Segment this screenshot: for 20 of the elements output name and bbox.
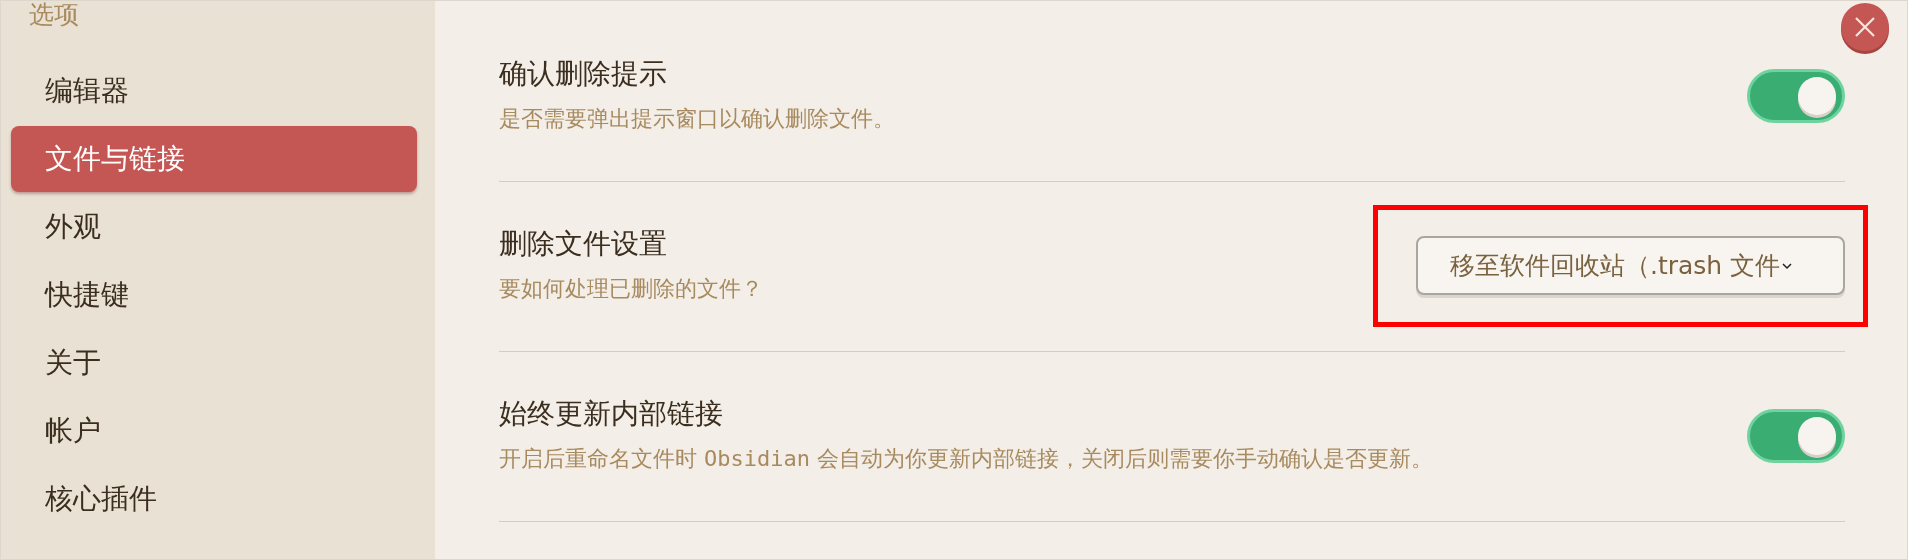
- sidebar-item[interactable]: 帐户: [11, 398, 417, 464]
- dropdown[interactable]: 移至软件回收站（.trash 文件: [1416, 236, 1845, 295]
- setting-description: 要如何处理已删除的文件？: [499, 275, 764, 303]
- chevron-down-icon: [1782, 261, 1793, 270]
- close-button[interactable]: [1841, 3, 1889, 51]
- sidebar-item[interactable]: 关于: [11, 330, 417, 396]
- toggle-switch[interactable]: [1747, 68, 1845, 123]
- sidebar-item[interactable]: 文件与链接: [11, 126, 417, 192]
- close-icon: [1854, 16, 1876, 38]
- sidebar-item[interactable]: 核心插件: [11, 466, 417, 532]
- sidebar-item[interactable]: 外观: [11, 194, 417, 260]
- setting-description: 是否需要弹出提示窗口以确认删除文件。: [499, 105, 896, 133]
- sidebar-item[interactable]: 编辑器: [11, 58, 417, 124]
- setting-title: 始终更新内部链接: [499, 396, 724, 432]
- toggle-switch[interactable]: [1747, 408, 1845, 463]
- setting-description: 开启后重命名文件时 Obsidian 会自动为你更新内部链接，关闭后则需要你手动确认是否更新。: [499, 445, 1434, 473]
- setting-title: 确认删除提示: [499, 56, 668, 92]
- sidebar-item[interactable]: 快捷键: [11, 262, 417, 328]
- setting-title: 删除文件设置: [499, 226, 668, 262]
- sidebar-title: 选项: [28, 1, 80, 31]
